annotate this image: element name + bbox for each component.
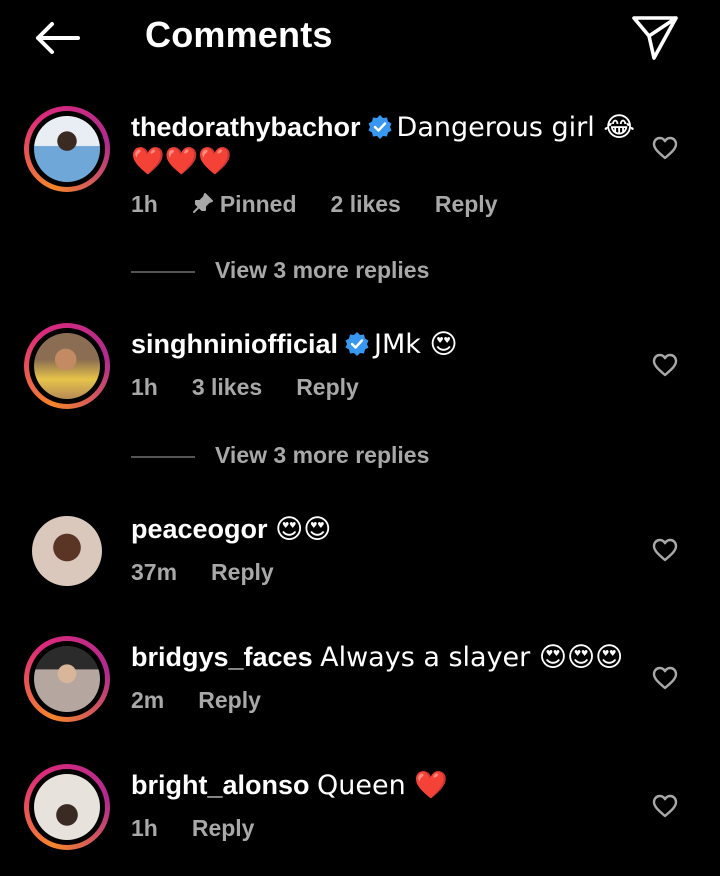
reply-button[interactable]: Reply — [192, 815, 255, 842]
reply-button[interactable]: Reply — [198, 687, 261, 714]
comment-text: Queen ❤️ — [317, 770, 448, 801]
avatar[interactable] — [24, 508, 110, 594]
comment-timestamp: 1h — [131, 191, 158, 217]
view-more-replies[interactable]: View 3 more replies — [131, 257, 531, 287]
comment-item: bridgys_faces Always a slayer 😍😍😍 2m Repl… — [0, 636, 720, 726]
divider — [131, 456, 195, 458]
comment-item: thedorathybachor Dangerous girl 😂 ❤️❤️❤️ … — [0, 106, 720, 226]
heart-icon[interactable] — [652, 666, 678, 690]
comment-text: Dangerous girl 😂 — [396, 112, 635, 143]
comment-text-line2: ❤️❤️❤️ — [131, 146, 232, 177]
avatar[interactable] — [24, 636, 110, 722]
verified-badge-icon — [368, 115, 392, 139]
comment-item: singhniniofficial JMk 😍 1h 3 likes Reply — [0, 323, 720, 413]
reply-button[interactable]: Reply — [211, 559, 274, 586]
comment-timestamp: 1h — [131, 374, 158, 400]
comment-item: bright_alonso Queen ❤️ 1h Reply — [0, 764, 720, 854]
comment-text: 😍😍 — [275, 514, 332, 545]
heart-icon[interactable] — [652, 353, 678, 377]
reply-button[interactable]: Reply — [296, 374, 359, 401]
verified-badge-icon — [345, 332, 369, 356]
divider — [131, 271, 195, 273]
comment-username[interactable]: bright_alonso — [131, 770, 310, 800]
comment-text: Always a slayer 😍😍😍 — [320, 642, 624, 673]
avatar[interactable] — [24, 323, 110, 409]
comment-username[interactable]: thedorathybachor — [131, 112, 361, 142]
likes-count[interactable]: 2 likes — [331, 191, 401, 218]
avatar[interactable] — [24, 106, 110, 192]
paper-plane-icon[interactable] — [628, 12, 682, 62]
view-more-replies[interactable]: View 3 more replies — [131, 442, 531, 472]
heart-icon[interactable] — [652, 538, 678, 562]
heart-icon[interactable] — [652, 136, 678, 160]
comment-username[interactable]: peaceogor — [131, 514, 268, 544]
arrow-left-icon[interactable] — [28, 16, 84, 60]
comment-username[interactable]: bridgys_faces — [131, 642, 313, 672]
page-title: Comments — [145, 14, 333, 55]
comment-timestamp: 1h — [131, 815, 158, 841]
comment-item: peaceogor 😍😍 37m Reply — [0, 508, 720, 598]
pin-icon — [192, 193, 213, 213]
comment-timestamp: 2m — [131, 687, 165, 713]
heart-icon[interactable] — [652, 794, 678, 818]
likes-count[interactable]: 3 likes — [192, 374, 262, 401]
pinned-label: Pinned — [192, 191, 297, 218]
comment-username[interactable]: singhniniofficial — [131, 329, 338, 359]
avatar[interactable] — [24, 764, 110, 850]
comment-text: JMk 😍 — [374, 329, 458, 360]
comment-timestamp: 37m — [131, 559, 178, 585]
reply-button[interactable]: Reply — [435, 191, 498, 218]
comments-header: Comments — [0, 0, 720, 80]
